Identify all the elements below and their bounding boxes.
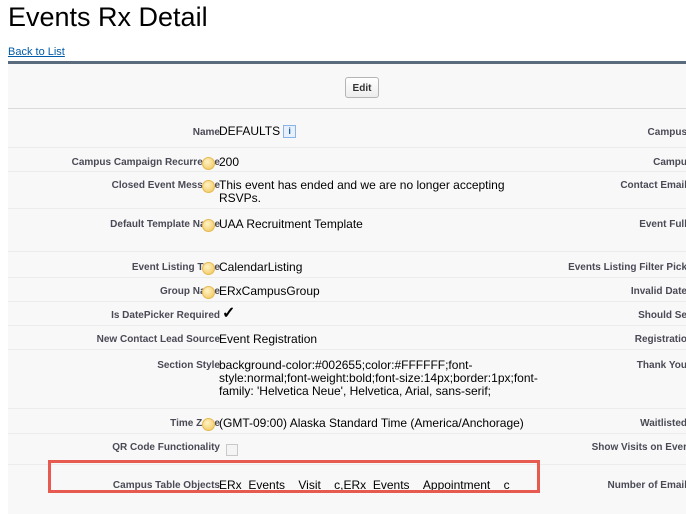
field-label-qr-code-functionality: QR Code Functionality (112, 442, 220, 453)
field-value-time-zone: (GMT-09:00) Alaska Standard Time (Americ… (219, 416, 524, 430)
field-value-new-contact-lead-source: Event Registration (219, 332, 318, 346)
right-label-0: Campus (647, 127, 686, 138)
field-value-event-listing-type: CalendarListing (219, 260, 303, 274)
field-label-is-datepicker-required: Is DatePicker Required (111, 310, 220, 321)
right-label-3: Event Full (639, 219, 686, 230)
info-icon[interactable]: i (283, 125, 297, 138)
field-value-group-name: ERxCampusGroup (219, 284, 320, 298)
row-divider (8, 147, 686, 148)
field-value-section-style: background-color:#002655;color:#FFFFFF;f… (219, 358, 538, 398)
back-to-list-link[interactable]: Back to List (8, 46, 65, 58)
row-divider (8, 408, 686, 409)
help-icon[interactable] (202, 180, 215, 193)
field-value-campus-campaign-recurrence: 200 (219, 155, 240, 169)
help-icon[interactable] (202, 262, 215, 275)
row-divider (8, 251, 686, 252)
highlight-box (48, 460, 540, 493)
right-label-8: Thank You (636, 360, 686, 371)
detail-panel: Edit Name DEFAULTS i Campus Campus Campai… (8, 61, 686, 514)
right-label-4: Events Listing Filter Pick (568, 262, 686, 273)
field-value-name-text: DEFAULTS (219, 124, 281, 138)
help-icon[interactable] (202, 157, 215, 170)
help-icon[interactable] (202, 219, 215, 232)
right-label-9: Waitlisted (640, 418, 686, 429)
field-value-name: DEFAULTS i (219, 124, 297, 138)
row-divider (8, 325, 686, 326)
field-label-section-style: Section Style (157, 360, 220, 371)
qr-code-checkbox (226, 444, 238, 456)
page-title: Events Rx Detail (8, 2, 208, 32)
help-icon[interactable] (202, 286, 215, 299)
row-divider (8, 171, 686, 172)
row-divider (8, 277, 686, 278)
row-divider (8, 349, 686, 350)
help-icon[interactable] (202, 418, 215, 431)
row-divider (8, 433, 686, 434)
field-value-closed-event-message: This event has ended and we are no longe… (219, 178, 505, 205)
edit-button[interactable]: Edit (345, 77, 379, 98)
row-divider (8, 301, 686, 302)
right-label-7: Registratio (634, 334, 686, 345)
check-icon: ✓ (222, 305, 236, 322)
button-bar: Edit (8, 64, 686, 109)
row-divider (8, 208, 686, 209)
right-label-6: Should Se (638, 310, 686, 321)
field-label-new-contact-lead-source: New Contact Lead Source (96, 334, 220, 345)
field-label-campus-campaign-recurrence: Campus Campaign Recurrence (71, 157, 220, 168)
right-label-10: Show Visits on Ever (591, 442, 686, 453)
right-label-5: Invalid Date (630, 286, 686, 297)
right-label-11: Number of Email (607, 480, 686, 491)
right-label-2: Contact Email (620, 180, 686, 191)
right-label-1: Campu (653, 157, 686, 168)
field-label-name: Name (192, 127, 220, 138)
field-value-default-template-name: UAA Recruitment Template (219, 217, 363, 231)
